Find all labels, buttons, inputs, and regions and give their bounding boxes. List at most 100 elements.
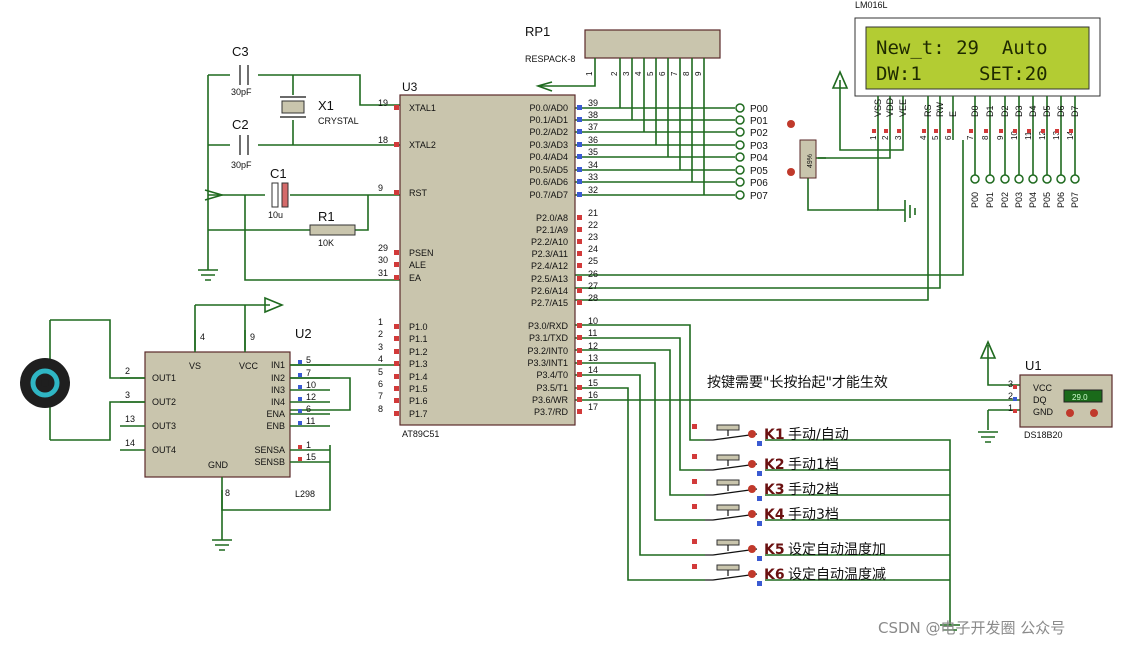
- terminal-icon[interactable]: [970, 174, 980, 184]
- lcd-module[interactable]: LM016L New_t: 29 Auto DW:1 SET:20 VSS 1 VD…: [854, 0, 1101, 208]
- terminal-icon[interactable]: [1000, 174, 1010, 184]
- u3-pin-name: RST: [409, 188, 428, 198]
- terminal-icon[interactable]: [1056, 174, 1066, 184]
- u1-ds18b20[interactable]: U1 DS18B20 29.0 3 VCC 2 DQ 1 GND: [1008, 358, 1113, 440]
- rp1-respack[interactable]: RP1 RESPACK-8 1 23456789: [525, 24, 721, 80]
- pin-marker: [1069, 129, 1073, 133]
- u3-pin-name: P0.0/AD0: [529, 103, 568, 113]
- terminal-icon[interactable]: [735, 177, 745, 187]
- u3-pin-num: 3: [378, 342, 383, 352]
- u3-pin-num: 30: [378, 255, 388, 265]
- u3-pin-num: 6: [378, 379, 383, 389]
- r1-resistor: R1 10K: [309, 209, 356, 248]
- key-label: 设定自动温度加: [788, 542, 886, 558]
- lcd-pin-num: 9: [996, 135, 1005, 140]
- u3-pin-name: P1.2: [409, 347, 428, 357]
- u3-pin-num: 7: [378, 391, 383, 401]
- pin-marker: [934, 129, 938, 133]
- pin-marker: [394, 142, 399, 147]
- key-k2-button[interactable]: K2 手动1档: [692, 454, 839, 476]
- u3-mcu[interactable]: U3 AT89C51 19 XTAL118 XTAL29 RST29 PSEN30 ALE…: [378, 80, 598, 439]
- c1-ref: C1: [270, 166, 287, 181]
- terminal-icon[interactable]: [735, 190, 745, 200]
- pin-marker: [984, 129, 988, 133]
- u3-pin-num: 29: [378, 243, 388, 253]
- pin-marker: [394, 250, 399, 255]
- terminal-icon[interactable]: [735, 165, 745, 175]
- key-k3-button[interactable]: K3 手动2档: [692, 479, 839, 501]
- key-label: 手动1档: [788, 457, 839, 473]
- temp-up-icon[interactable]: [1090, 409, 1098, 417]
- pot-down-icon[interactable]: [787, 168, 795, 176]
- motor-icon[interactable]: [20, 358, 70, 408]
- u3-pin-name: P0.1/AD1: [529, 115, 568, 125]
- key-k5-button[interactable]: K5 设定自动温度加: [692, 539, 886, 561]
- u3-pin-num: 4: [378, 354, 383, 364]
- rp1-pin-num: 6: [658, 71, 667, 76]
- terminal-icon[interactable]: [985, 174, 995, 184]
- p0-terminal-label: P00: [750, 104, 768, 115]
- u3-pin-num: 38: [588, 110, 598, 120]
- u3-pin-name: P2.6/A14: [531, 286, 568, 296]
- key-k6-button[interactable]: K6 设定自动温度减: [692, 564, 886, 586]
- lcd-data-label: P02: [1000, 192, 1010, 208]
- u3-pin-num: 35: [588, 147, 598, 157]
- pin-marker: [577, 117, 582, 122]
- lcd-line2: DW:1 SET:20: [876, 63, 1048, 85]
- pin-marker: [577, 192, 582, 197]
- u2-pin-num: 9: [250, 332, 255, 342]
- terminal-icon[interactable]: [735, 152, 745, 162]
- pin-marker: [394, 336, 399, 341]
- rp1-pins: 1 23456789: [585, 58, 705, 80]
- p0-terminal-label: P01: [750, 116, 768, 127]
- terminal-icon[interactable]: [1014, 174, 1024, 184]
- u2-l298[interactable]: U2 L298 4 VS 9 VCC 2 OUT1 3 OUT2 13 OUT3 14 OUT4 5 IN…: [120, 326, 330, 510]
- u1-pin-name: DQ: [1033, 395, 1047, 405]
- key-indicator-icon: [748, 485, 756, 493]
- potentiometer[interactable]: 49%: [787, 120, 826, 179]
- terminal-icon[interactable]: [1042, 174, 1052, 184]
- u1-pin-name: GND: [1033, 407, 1054, 417]
- key-buttons: K1 手动/自动 K2 手动1档 K3 手动2档 K4 手动3档 K5 设定自动温度加 K6 设定自动…: [692, 424, 886, 586]
- lcd-data-label: P00: [970, 192, 980, 208]
- key-k4-button[interactable]: K4 手动3档: [692, 504, 839, 526]
- terminal-icon[interactable]: [735, 115, 745, 125]
- c3-ref: C3: [232, 44, 249, 59]
- pin-marker: [298, 397, 302, 401]
- u3-pin-name: P2.2/A10: [531, 237, 568, 247]
- temp-down-icon[interactable]: [1066, 409, 1074, 417]
- watermark-text: CSDN @电子开发圈 公众号: [878, 619, 1065, 637]
- u3-pin-name: XTAL2: [409, 140, 436, 150]
- pin-marker: [897, 129, 901, 133]
- pin-marker: [577, 239, 582, 244]
- p0-terminal-label: P04: [750, 153, 768, 164]
- terminal-icon[interactable]: [735, 140, 745, 150]
- pin-marker: [298, 409, 302, 413]
- pin-marker: [999, 129, 1003, 133]
- u3-pin-num: 34: [588, 160, 598, 170]
- u2-ref: U2: [295, 326, 312, 341]
- u3-pin-num: 18: [378, 135, 388, 145]
- lcd-pin-num: 3: [894, 135, 903, 140]
- u3-pin-num: 23: [588, 232, 598, 242]
- u3-pin-num: 8: [378, 404, 383, 414]
- key-ref: K1: [764, 427, 785, 443]
- u1-pin-name: VCC: [1033, 383, 1053, 393]
- rp1-pin-num: 4: [634, 71, 643, 76]
- u2-pin-num: 7: [306, 368, 311, 378]
- p0-terminal-label: P07: [750, 191, 768, 202]
- pot-up-icon[interactable]: [787, 120, 795, 128]
- pin-marker: [692, 479, 697, 484]
- terminal-icon[interactable]: [1070, 174, 1080, 184]
- u2-pin-name: OUT1: [152, 373, 176, 383]
- u3-pin-num: 37: [588, 122, 598, 132]
- key-indicator-icon: [748, 430, 756, 438]
- terminal-icon[interactable]: [735, 103, 745, 113]
- u3-pin-num: 12: [588, 341, 598, 351]
- u2-pin-num: 14: [125, 438, 135, 448]
- key-k1-button[interactable]: K1 手动/自动: [692, 424, 849, 446]
- rp1-body: [584, 29, 721, 59]
- terminal-icon[interactable]: [1028, 174, 1038, 184]
- terminal-icon[interactable]: [735, 127, 745, 137]
- pin-marker: [922, 129, 926, 133]
